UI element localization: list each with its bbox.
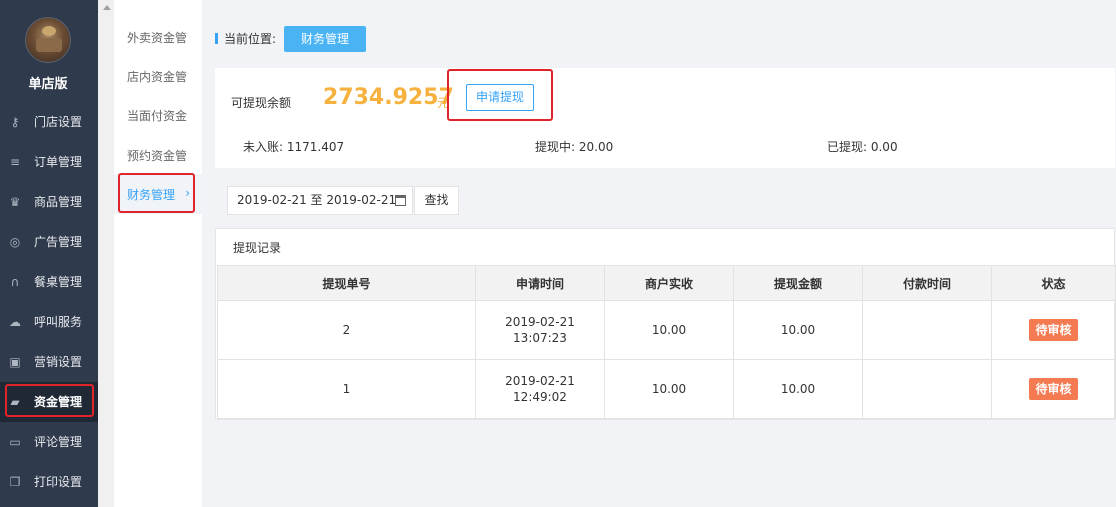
submenu-item-label: 店内资金管	[127, 70, 188, 84]
withdrawn-amount: 已提现: 0.00	[827, 140, 898, 154]
column-header: 商户实收	[604, 265, 734, 301]
sidebar-item-products[interactable]: ♛ 商品管理	[0, 182, 98, 222]
date-range-input[interactable]: 2019-02-21 至 2019-02-21	[227, 186, 413, 215]
breadcrumb-marker	[215, 33, 218, 44]
avatar[interactable]	[25, 17, 71, 63]
highlight-box	[5, 384, 94, 417]
column-header: 状态	[991, 265, 1116, 301]
submenu-item-booking-funds[interactable]: 预约资金管	[114, 135, 202, 175]
withdraw-id: 1	[217, 359, 476, 419]
table-row: 1 2019-02-21 12:49:02 10.00 10.00 待审核	[217, 359, 1116, 419]
records-panel: 提现记录 提现单号 申请时间 商户实收 提现金额 付款时间 状态 2 2019-…	[215, 228, 1116, 420]
gift-icon: ▣	[9, 355, 21, 369]
status-badge: 待审核	[1029, 319, 1078, 341]
withdraw-id: 2	[217, 300, 476, 360]
highlight-box	[118, 173, 195, 213]
balance-label: 可提现余额	[231, 96, 292, 110]
sidebar-item-label: 商品管理	[34, 195, 83, 209]
status-cell: 待审核	[991, 300, 1116, 360]
store-name: 单店版	[28, 77, 68, 92]
submenu-item-label: 外卖资金管	[127, 31, 188, 45]
money-icon: ▭	[9, 435, 21, 449]
submenu-item-instore-funds[interactable]: 店内资金管	[114, 56, 202, 96]
key-icon: ⚷	[10, 115, 20, 129]
table-row: 2 2019-02-21 13:07:23 10.00 10.00 待审核	[217, 300, 1116, 360]
sidebar-item-marketing[interactable]: ▣ 营销设置	[0, 342, 98, 382]
submenu-item-facepay-funds[interactable]: 当面付资金	[114, 95, 202, 135]
sidebar-item-print[interactable]: ❐ 打印设置	[0, 462, 98, 502]
balance-amount: 2734.9257	[323, 85, 454, 110]
submenu-item-label: 当面付资金	[127, 109, 188, 123]
status-cell: 待审核	[991, 359, 1116, 419]
submenu-item-label: 预约资金管	[127, 149, 188, 163]
apply-clock: 13:07:23	[513, 331, 567, 345]
withdraw-amount: 10.00	[733, 359, 863, 419]
highlight-box	[447, 69, 553, 121]
paid-time	[862, 300, 992, 360]
received-amount: 10.00	[604, 300, 734, 360]
sidebar-item-call-service[interactable]: ☁ 呼叫服务	[0, 302, 98, 342]
sidebar-item-ads[interactable]: ◎ 广告管理	[0, 222, 98, 262]
column-header: 付款时间	[862, 265, 992, 301]
column-header: 申请时间	[475, 265, 605, 301]
sidebar-item-label: 评论管理	[34, 435, 83, 449]
table-header-row: 提现单号 申请时间 商户实收 提现金额 付款时间 状态	[217, 265, 1116, 301]
binoculars-icon: ∩	[10, 275, 20, 289]
sidebar-item-label: 广告管理	[34, 235, 83, 249]
sidebar-item-reviews[interactable]: ▭ 评论管理	[0, 422, 98, 462]
apply-time: 2019-02-21 12:49:02	[475, 359, 605, 419]
list-icon: ≡	[9, 155, 21, 169]
records-table: 提现单号 申请时间 商户实收 提现金额 付款时间 状态 2 2019-02-21…	[217, 265, 1116, 419]
sidebar-item-label: 呼叫服务	[34, 315, 83, 329]
sidebar-item-label: 订单管理	[34, 155, 83, 169]
column-header: 提现金额	[733, 265, 863, 301]
sidebar-item-label: 打印设置	[34, 475, 83, 489]
column-header: 提现单号	[217, 265, 476, 301]
search-button[interactable]: 查找	[414, 186, 459, 215]
calendar-icon[interactable]	[395, 195, 406, 206]
scroll-up-icon[interactable]	[103, 5, 111, 10]
submenu: 外卖资金管 店内资金管 当面付资金 预约资金管 财务管理 ›	[114, 0, 202, 507]
withdraw-amount: 10.00	[733, 300, 863, 360]
date-range-value: 2019-02-21 至 2019-02-21	[237, 193, 397, 207]
received-amount: 10.00	[604, 359, 734, 419]
sidebar-item-label: 营销设置	[34, 355, 83, 369]
balance-panel: 可提现余额 2734.9257 元 申请提现 未入账: 1171.407 提现中…	[215, 68, 1115, 168]
submenu-item-takeout-funds[interactable]: 外卖资金管	[114, 17, 202, 57]
lifebuoy-icon: ◎	[9, 235, 21, 249]
scrollbar[interactable]	[98, 0, 114, 507]
breadcrumb-label: 当前位置:	[224, 32, 277, 46]
sidebar: 单店版 ⚷ 门店设置 ≡ 订单管理 ♛ 商品管理 ◎ 广告管理 ∩ 餐桌管理 ☁…	[0, 0, 98, 507]
cloud-icon: ☁	[9, 315, 21, 329]
sidebar-item-label: 餐桌管理	[34, 275, 83, 289]
apply-clock: 12:49:02	[513, 390, 567, 404]
paid-time	[862, 359, 992, 419]
breadcrumb-current-button[interactable]: 财务管理	[284, 26, 366, 52]
copy-icon: ❐	[9, 475, 21, 489]
apply-date: 2019-02-21	[505, 374, 575, 388]
pending-amount: 未入账: 1171.407	[243, 140, 345, 154]
sidebar-item-orders[interactable]: ≡ 订单管理	[0, 142, 98, 182]
main-content: 当前位置: 财务管理 可提现余额 2734.9257 元 申请提现 未入账: 1…	[202, 0, 1116, 507]
records-title: 提现记录	[233, 241, 282, 255]
status-badge: 待审核	[1029, 378, 1078, 400]
sidebar-item-label: 门店设置	[34, 115, 83, 129]
trophy-icon: ♛	[9, 195, 21, 209]
withdrawing-amount: 提现中: 20.00	[535, 140, 614, 154]
sidebar-item-tables[interactable]: ∩ 餐桌管理	[0, 262, 98, 302]
apply-time: 2019-02-21 13:07:23	[475, 300, 605, 360]
sidebar-item-store-settings[interactable]: ⚷ 门店设置	[0, 102, 98, 142]
apply-date: 2019-02-21	[505, 315, 575, 329]
